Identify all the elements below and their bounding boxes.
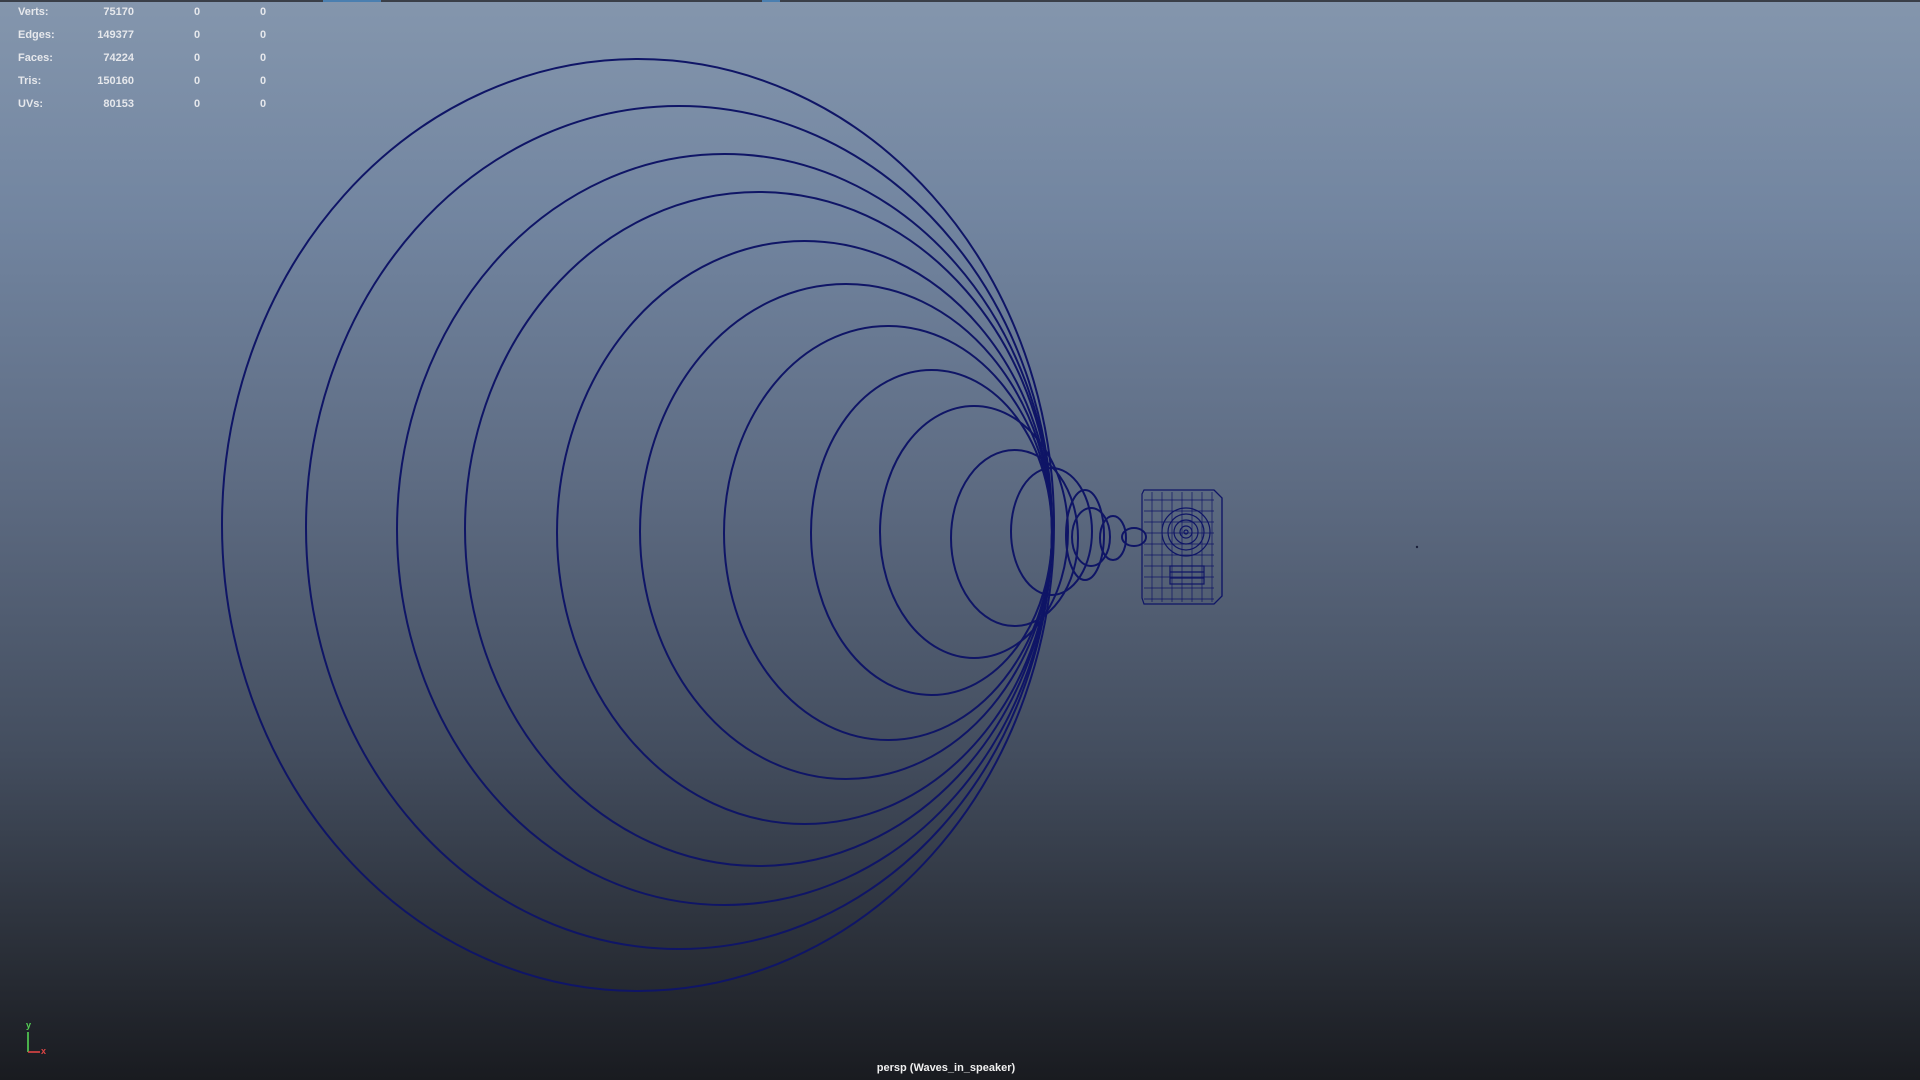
hud-row-verts: Verts: 75170 0 0 xyxy=(0,6,280,20)
hud-selected: 0 xyxy=(194,75,201,87)
sound-wave-rings[interactable] xyxy=(221,58,1147,992)
hud-row-edges: Edges: 149377 0 0 xyxy=(0,29,280,43)
wave-ring[interactable] xyxy=(221,58,1055,992)
hud-selected: 0 xyxy=(194,29,201,41)
hud-row-faces: Faces: 74224 0 0 xyxy=(0,52,280,66)
hud-selected: 0 xyxy=(194,52,201,64)
wave-ring[interactable] xyxy=(639,283,1053,780)
hud-component: 0 xyxy=(260,29,267,41)
camera-name-label: persp (Waves_in_speaker) xyxy=(876,1062,1016,1074)
hud-label: Tris: xyxy=(18,75,42,87)
hud-row-tris: Tris: 150160 0 0 xyxy=(0,75,280,89)
speaker-cabinet[interactable] xyxy=(1141,489,1223,605)
hud-total: 74224 xyxy=(103,52,134,64)
wave-ring[interactable] xyxy=(950,449,1079,627)
view-axis-gizmo: y x xyxy=(20,1020,54,1056)
axis-x-label: x xyxy=(41,1046,47,1056)
hud-label: Faces: xyxy=(18,52,53,64)
hud-total: 75170 xyxy=(103,6,134,18)
3d-viewport[interactable]: Verts: 75170 0 0 Edges: 149377 0 0 Faces… xyxy=(0,0,1920,1080)
wave-ring[interactable] xyxy=(723,325,1053,741)
hud-selected: 0 xyxy=(194,6,201,18)
hud-label: Edges: xyxy=(18,29,55,41)
wave-ring[interactable] xyxy=(305,105,1053,950)
hud-label: UVs: xyxy=(18,98,44,110)
hud-total: 80153 xyxy=(103,98,134,110)
hud-component: 0 xyxy=(260,98,267,110)
hud-selected: 0 xyxy=(194,98,201,110)
scene-wireframe[interactable] xyxy=(0,0,1920,1080)
hud-component: 0 xyxy=(260,75,267,87)
hud-component: 0 xyxy=(260,6,267,18)
wave-ring[interactable] xyxy=(464,191,1053,867)
hud-row-uvs: UVs: 80153 0 0 xyxy=(0,98,280,112)
scene-pivot-dot xyxy=(1415,545,1419,549)
hud-total: 150160 xyxy=(97,75,134,87)
hud-total: 149377 xyxy=(97,29,134,41)
wave-ring[interactable] xyxy=(556,240,1053,825)
hud-component: 0 xyxy=(260,52,267,64)
axis-y-label: y xyxy=(26,1020,32,1030)
hud-label: Verts: xyxy=(18,6,49,18)
